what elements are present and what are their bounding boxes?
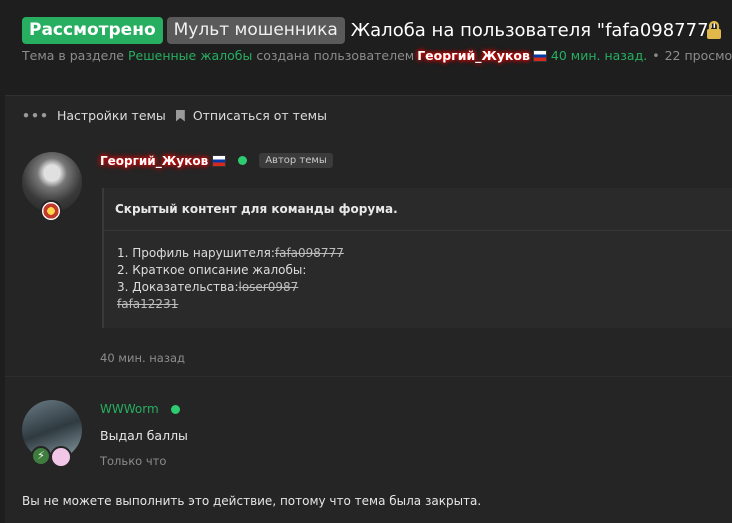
page-title: Жалоба на пользователя "fafa098777" [350, 20, 717, 41]
post-line: 1. Профиль нарушителя:fafa098777 [117, 246, 344, 260]
post-author-name[interactable]: WWWorm [100, 402, 159, 416]
divider [5, 376, 732, 377]
bookmark-icon [175, 109, 185, 122]
thread-settings-link[interactable]: Настройки темы [57, 108, 166, 123]
unsubscribe-link[interactable]: Отписаться от темы [193, 108, 327, 123]
created-time-link[interactable]: 40 мин. назад. [551, 48, 647, 63]
more-dots-icon[interactable]: ••• [22, 108, 49, 123]
meta-separator: • [652, 48, 660, 63]
flag-icon [532, 49, 547, 62]
user-badge-icon [50, 446, 72, 468]
post-timestamp[interactable]: Только что [100, 454, 166, 468]
divider [104, 230, 732, 231]
line-label: 3. Доказательства: [117, 280, 239, 294]
meta-created-by: создана пользователем [256, 48, 415, 63]
post-message: Выдал баллы [100, 428, 188, 443]
author-tag: Автор темы [259, 153, 333, 168]
thread-author-link[interactable]: Георгий_Жуков [417, 48, 530, 63]
online-dot-icon [238, 156, 248, 165]
meta-prefix: Тема в разделе [22, 48, 124, 63]
hidden-content-title: Скрытый контент для команды форума. [115, 202, 398, 216]
post-timestamp[interactable]: 40 мин. назад [100, 351, 185, 365]
line-value: loser0987 [238, 280, 299, 294]
line-label: 1. Профиль нарушителя: [117, 246, 275, 260]
thread-title-row: Рассмотрено Мульт мошенника Жалоба на по… [22, 17, 717, 44]
lightning-icon: ⚡ [31, 446, 51, 466]
post-line: 3. Доказательства:loser0987 [117, 280, 298, 294]
post-line: fafa12231 [117, 297, 179, 311]
status-badge: Рассмотрено [22, 17, 163, 44]
post-line: 2. Краткое описание жалобы: [117, 263, 307, 277]
post-author: Георгий_Жуков Автор темы [100, 153, 333, 168]
views-count: 22 просмотра [664, 48, 732, 63]
closed-notice: Вы не можете выполнить это действие, пот… [22, 494, 482, 508]
category-badge: Мульт мошенника [166, 17, 345, 44]
thread-actions: ••• Настройки темы Отписаться от темы [22, 108, 327, 123]
post-author: WWWorm [100, 402, 192, 416]
thread-meta: Тема в разделе Решенные жалобы создана п… [22, 48, 732, 63]
online-dot-icon [170, 404, 180, 414]
user-badge-icon [40, 200, 62, 222]
post-author-name[interactable]: Георгий_Жуков [100, 154, 208, 168]
flag-icon [212, 154, 227, 167]
lock-icon [707, 20, 721, 39]
line-value: fafa098777 [274, 246, 344, 260]
section-link[interactable]: Решенные жалобы [128, 48, 252, 63]
